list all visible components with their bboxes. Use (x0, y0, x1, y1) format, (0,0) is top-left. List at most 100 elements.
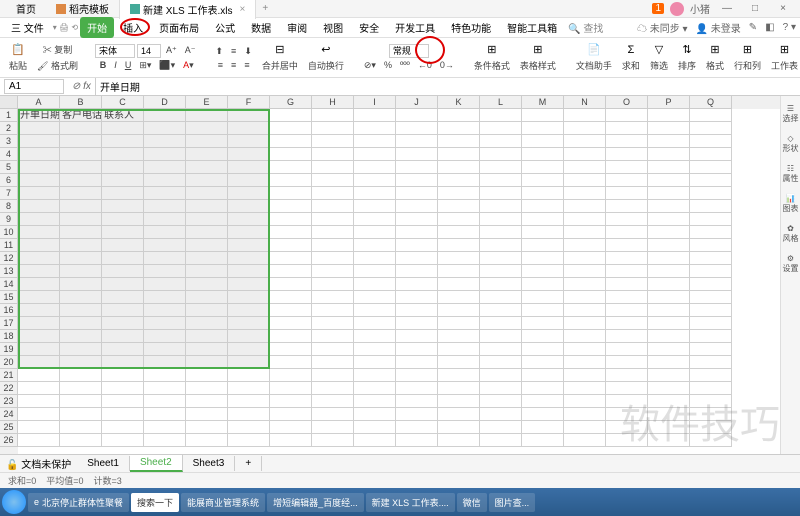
cell[interactable] (522, 304, 564, 317)
rowcol-button[interactable]: 行和列 (731, 58, 764, 73)
cell[interactable] (312, 291, 354, 304)
row-header[interactable]: 7 (0, 187, 18, 200)
cell[interactable] (144, 252, 186, 265)
col-header[interactable]: J (396, 96, 438, 109)
cell[interactable] (480, 174, 522, 187)
cell[interactable] (270, 304, 312, 317)
cell[interactable] (60, 239, 102, 252)
cell[interactable] (102, 265, 144, 278)
menu-view[interactable]: 视图 (316, 17, 350, 38)
col-header[interactable]: P (648, 96, 690, 109)
cell[interactable] (102, 369, 144, 382)
cell[interactable] (228, 174, 270, 187)
cell[interactable] (144, 369, 186, 382)
cell[interactable] (354, 226, 396, 239)
cell[interactable] (270, 148, 312, 161)
row-header[interactable]: 23 (0, 395, 18, 408)
cell[interactable] (564, 291, 606, 304)
cell[interactable] (690, 187, 732, 200)
cell[interactable] (18, 213, 60, 226)
cell[interactable] (228, 395, 270, 408)
cell[interactable] (480, 317, 522, 330)
cell[interactable] (690, 434, 732, 447)
cell[interactable] (396, 304, 438, 317)
cell[interactable] (690, 369, 732, 382)
start-button[interactable] (2, 490, 26, 514)
format-button[interactable]: 格式 (703, 58, 727, 73)
cell[interactable] (522, 239, 564, 252)
cell[interactable] (396, 148, 438, 161)
cell[interactable] (648, 239, 690, 252)
cell[interactable] (186, 265, 228, 278)
cell[interactable] (186, 239, 228, 252)
cell[interactable] (690, 174, 732, 187)
cell[interactable] (18, 252, 60, 265)
cell[interactable] (354, 317, 396, 330)
doc-helper[interactable]: 文档助手 (573, 58, 615, 73)
cell[interactable] (18, 200, 60, 213)
cell[interactable] (18, 317, 60, 330)
cell[interactable] (522, 174, 564, 187)
cell[interactable] (438, 174, 480, 187)
cell[interactable] (606, 226, 648, 239)
cell[interactable] (312, 161, 354, 174)
cell[interactable] (228, 382, 270, 395)
cell[interactable] (564, 278, 606, 291)
cell[interactable] (270, 434, 312, 447)
cell[interactable] (648, 304, 690, 317)
cell[interactable] (186, 213, 228, 226)
cell[interactable] (690, 330, 732, 343)
row-header[interactable]: 24 (0, 408, 18, 421)
cell[interactable] (606, 239, 648, 252)
cell[interactable] (522, 200, 564, 213)
cell[interactable] (228, 148, 270, 161)
side-shape[interactable]: ◇形状 (783, 134, 799, 154)
cell[interactable] (60, 161, 102, 174)
cell[interactable] (648, 226, 690, 239)
cell[interactable] (480, 434, 522, 447)
col-header[interactable]: N (564, 96, 606, 109)
cell[interactable] (270, 122, 312, 135)
cell[interactable] (606, 330, 648, 343)
cell[interactable] (270, 265, 312, 278)
menu-dev[interactable]: 开发工具 (388, 17, 442, 38)
cell[interactable] (606, 265, 648, 278)
maximize-button[interactable]: □ (744, 3, 766, 14)
cell[interactable] (186, 434, 228, 447)
cell[interactable] (228, 356, 270, 369)
cell[interactable] (144, 174, 186, 187)
cell[interactable] (438, 382, 480, 395)
cell[interactable] (480, 395, 522, 408)
cell[interactable] (186, 161, 228, 174)
cell[interactable] (648, 317, 690, 330)
cell[interactable] (522, 148, 564, 161)
cell[interactable] (18, 265, 60, 278)
new-tab-button[interactable]: + (256, 3, 274, 14)
cell[interactable] (102, 200, 144, 213)
table-style[interactable]: 表格样式 (517, 58, 559, 73)
cell[interactable] (312, 382, 354, 395)
cell[interactable] (102, 304, 144, 317)
cell[interactable] (522, 369, 564, 382)
cell[interactable] (690, 148, 732, 161)
menu-insert[interactable]: 插入 (116, 17, 150, 38)
cell[interactable] (564, 213, 606, 226)
rowcol-icon[interactable]: ⊞ (740, 43, 754, 57)
row-header[interactable]: 18 (0, 330, 18, 343)
cell[interactable] (270, 226, 312, 239)
formula-input[interactable]: 开单日期 (95, 78, 800, 95)
cell[interactable] (606, 343, 648, 356)
cell[interactable] (564, 148, 606, 161)
cell[interactable] (270, 421, 312, 434)
cell[interactable] (438, 330, 480, 343)
cell[interactable] (564, 356, 606, 369)
underline-button[interactable]: U (122, 59, 135, 71)
cell[interactable] (270, 317, 312, 330)
cell[interactable] (480, 356, 522, 369)
cell[interactable] (438, 434, 480, 447)
cell[interactable] (648, 252, 690, 265)
taskbar-item[interactable]: 增短编辑器_百度经... (267, 493, 364, 512)
cell[interactable] (396, 278, 438, 291)
cell[interactable] (606, 421, 648, 434)
cell[interactable] (354, 408, 396, 421)
